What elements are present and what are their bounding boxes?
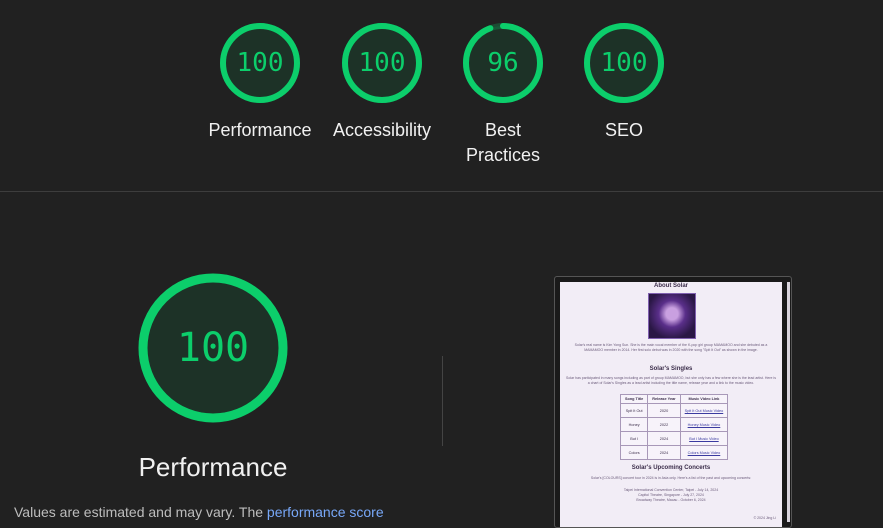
table-cell: 2024 [647,431,681,446]
thumb-footer: © 2024 Jing Li [753,516,776,520]
thumbnail-page: About Solar Solar's real name is Kim Yon… [560,282,782,527]
section-divider [0,191,883,192]
video-link[interactable]: Colors Music Video [679,445,729,460]
concert-item: Taipei International Convention Center, … [623,488,719,492]
category-scores: 100 Performance 100 Accessibility 96 Bes… [0,0,883,191]
note-text: Values are estimated and may vary. The [14,504,267,520]
gauge-score: 96 [487,48,519,78]
performance-title: Performance [138,452,288,482]
table-header: Music Video Link [679,394,729,404]
table-row: Colors 2024 Colors Music Video [619,445,729,460]
table-cell: Spit It Out [619,403,649,418]
table-row: Spit It Out 2020 Spit It Out Music Video [619,403,729,418]
thumb-concerts-text: Solar's [COLOURS] concert tour in 2024 i… [590,476,752,480]
gauge-performance[interactable]: 100 Performance [200,22,320,143]
page-screenshot-thumbnail[interactable]: About Solar Solar's real name is Kim Yon… [554,276,792,528]
table-header: Release Year [647,394,681,404]
video-link[interactable]: But I Music Video [679,431,729,446]
thumb-singles-text: Solar has participated in many songs inc… [566,376,776,385]
vertical-divider [442,356,443,446]
gauge-best-practices[interactable]: 96 Best Practices [443,22,563,168]
gauge-score: 100 [600,48,648,78]
table-cell: 2024 [647,445,681,460]
thumb-about-title: About Solar [654,283,688,289]
main-score: 100 [176,325,250,371]
gauge-label: Accessibility [332,120,432,140]
thumb-concerts-title: Solar's Upcoming Concerts [631,465,711,471]
video-link[interactable]: Honey Music Video [679,417,729,432]
singles-table: Song Title Release Year Music Video Link… [619,394,729,460]
gauge-score: 100 [358,48,406,78]
table-header-row: Song Title Release Year Music Video Link [619,394,729,404]
table-cell: Colors [619,445,649,460]
gauge-label: Best Practices [465,120,541,165]
gauge-label: SEO [604,120,643,140]
artist-photo [648,293,696,339]
table-cell: 2020 [647,403,681,418]
concert-item: Capitol Theatre, Singapore - July 27, 20… [638,493,704,497]
table-cell: 2022 [647,417,681,432]
table-cell: But I [619,431,649,446]
table-row: Honey 2022 Honey Music Video [619,417,729,432]
gauge-score: 100 [236,48,284,78]
table-header: Song Title [619,394,649,404]
thumb-singles-title: Solar's Singles [649,366,693,372]
performance-score-link[interactable]: performance score [267,504,384,520]
gauge-seo[interactable]: 100 SEO [564,22,684,143]
table-cell: Honey [619,417,649,432]
concert-item: Broadway Theatre, Macau - October 6, 202… [636,498,706,502]
gauge-accessibility[interactable]: 100 Accessibility [322,22,442,143]
table-row: But I 2024 But I Music Video [619,431,729,446]
performance-main-gauge: 100 [137,272,289,424]
thumb-about-text: Solar's real name is Kim Yong Sun. She i… [574,343,768,352]
gauge-label: Performance [208,120,312,140]
estimate-note: Values are estimated and may vary. The p… [14,504,384,520]
thumbnail-scrollbar[interactable] [787,282,790,522]
video-link[interactable]: Spit It Out Music Video [679,403,729,418]
